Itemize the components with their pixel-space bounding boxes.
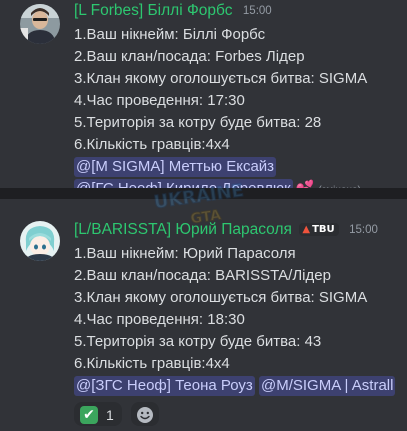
message-divider bbox=[0, 188, 407, 199]
message-body: 1.Ваш нікнейм: Біллі Форбс 2.Ваш клан/по… bbox=[74, 24, 367, 200]
message-line: 4.Час проведення: 18:30 bbox=[74, 311, 245, 328]
message-header: [L/BARISSTA] Юрий Парасоля ▲ TBU 15:00 bbox=[74, 221, 378, 243]
message-line: 2.Ваш клан/посада: BARISSTA/Лідер bbox=[74, 267, 331, 284]
message-line: 5.Територія за котру буде битва: 43 bbox=[74, 333, 322, 350]
add-reaction-button[interactable] bbox=[130, 402, 159, 426]
mention-line: @[M SIGMA] Меттью Ексайз bbox=[74, 156, 367, 178]
message-line: 2.Ваш клан/посада: Forbes Лідер bbox=[74, 48, 305, 65]
reactions-bar: ✔ 1 bbox=[74, 402, 159, 428]
reaction-check[interactable]: ✔ 1 bbox=[74, 402, 122, 426]
message-body: 1.Ваш нікнейм: Юрий Парасоля 2.Ваш клан/… bbox=[74, 243, 396, 397]
message-line: 3.Клан якому оголошується битва: SIGMA bbox=[74, 70, 368, 87]
timestamp[interactable]: 15:00 bbox=[349, 224, 378, 236]
clan-tag-label: TBU bbox=[312, 224, 335, 235]
user-mention[interactable]: @[M SIGMA] Меттью Ексайз bbox=[74, 157, 277, 177]
message-line: 1.Ваш нікнейм: Юрий Парасоля bbox=[74, 245, 296, 262]
timestamp[interactable]: 15:00 bbox=[243, 5, 272, 17]
author-name[interactable]: [L/BARISSTA] Юрий Парасоля bbox=[74, 221, 292, 238]
message-forbes: [L Forbes] Біллі Форбс 15:00 1.Ваш нікне… bbox=[0, 0, 407, 199]
check-mark-icon: ✔ bbox=[80, 405, 98, 424]
avatar[interactable] bbox=[20, 4, 60, 44]
message-line: 6.Кількість гравців:4x4 bbox=[74, 136, 230, 153]
message-barissta: [L/BARISSTA] Юрий Парасоля ▲ TBU 15:00 1.… bbox=[0, 199, 407, 431]
message-line: 3.Клан якому оголошується битва: SIGMA bbox=[74, 289, 368, 306]
message-line: 4.Час проведення: 17:30 bbox=[74, 92, 245, 109]
message-line: 5.Територія за котру буде битва: 28 bbox=[74, 114, 322, 131]
user-mention[interactable]: @[ЗГС Неоф] Теона Роуз bbox=[74, 376, 255, 396]
user-mention[interactable]: @M/SIGMA | Astrall bbox=[258, 376, 396, 396]
author-name[interactable]: [L Forbes] Біллі Форбс bbox=[74, 2, 232, 19]
clan-tag-badge[interactable]: ▲ TBU bbox=[299, 223, 339, 236]
reaction-count: 1 bbox=[106, 406, 114, 423]
message-line: 1.Ваш нікнейм: Біллі Форбс bbox=[74, 26, 266, 43]
message-line: 6.Кількість гравців:4x4 bbox=[74, 355, 230, 372]
fire-icon: ▲ bbox=[302, 224, 311, 235]
chat-area: [L Forbes] Біллі Форбс 15:00 1.Ваш нікне… bbox=[0, 0, 407, 431]
mention-line: @[ЗГС Неоф] Теона Роуз @M/SIGMA | Astral… bbox=[74, 375, 396, 397]
message-header: [L Forbes] Біллі Форбс 15:00 bbox=[74, 2, 272, 24]
smiley-icon bbox=[136, 406, 153, 423]
avatar[interactable] bbox=[20, 221, 60, 261]
